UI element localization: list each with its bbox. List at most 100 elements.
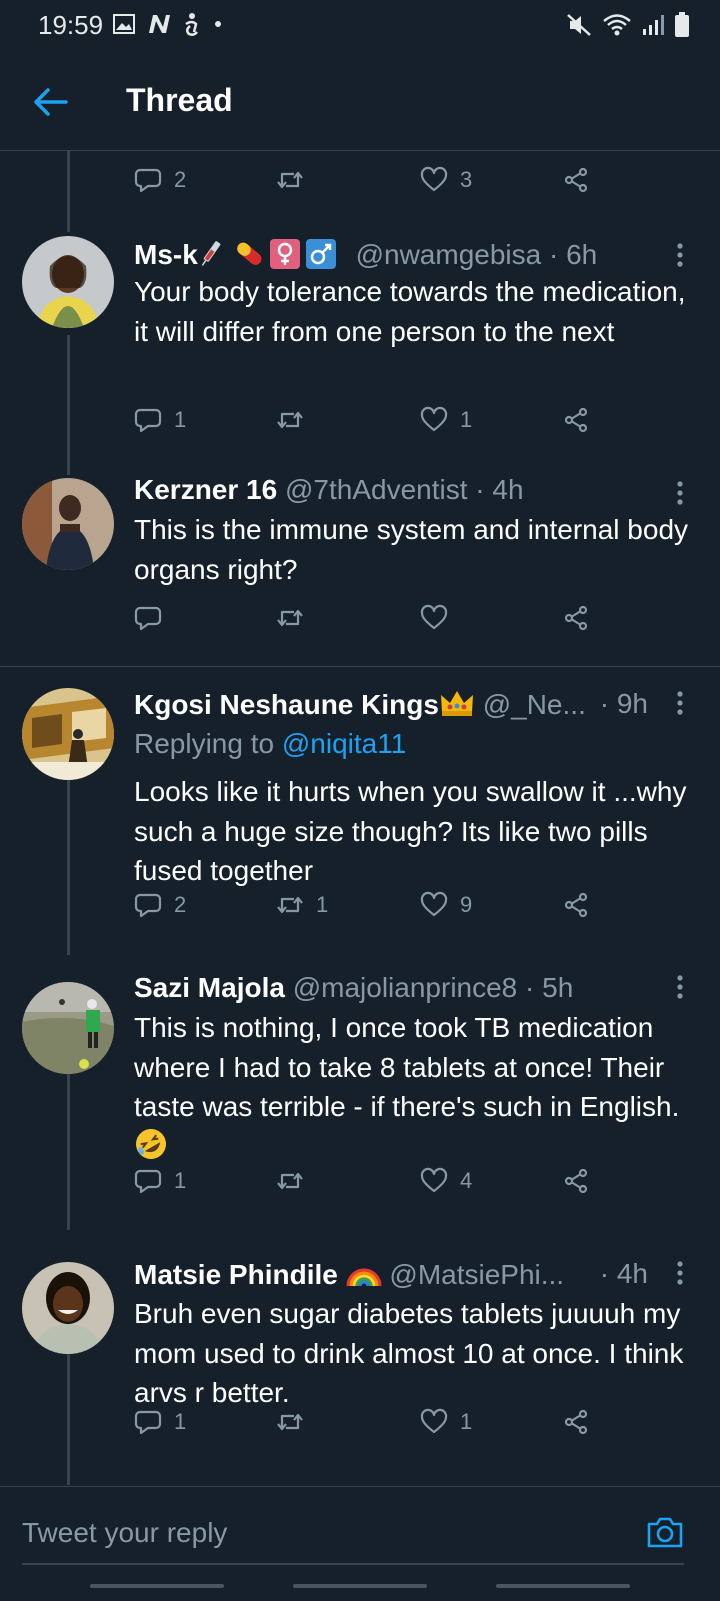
author-handle[interactable]: @7thAdventist · 4h [285, 474, 524, 505]
thread-line [67, 775, 70, 955]
retweet-button[interactable] [276, 406, 316, 434]
wifi-icon [603, 14, 631, 36]
share-button[interactable] [562, 406, 590, 434]
avatar[interactable] [22, 688, 114, 780]
mention-link[interactable]: @niqita11 [282, 728, 406, 759]
retweet-icon [277, 411, 303, 429]
retweet-icon [277, 1413, 303, 1431]
more-options-icon[interactable] [676, 1260, 684, 1286]
nav-recents[interactable] [90, 1584, 224, 1588]
heart-icon [420, 406, 448, 432]
heart-icon [420, 166, 448, 192]
retweet-button[interactable]: 1 [276, 891, 328, 919]
replying-to: Replying to @niqita11 [134, 728, 406, 760]
like-count: 1 [460, 1409, 473, 1434]
status-bar: 19:59 [0, 0, 720, 50]
share-button[interactable] [562, 1167, 590, 1195]
accessibility-icon [185, 13, 198, 36]
author-name[interactable]: Ms-k [134, 239, 198, 270]
reply-count: 1 [174, 1409, 187, 1434]
like-button[interactable] [420, 604, 460, 632]
retweet-icon [277, 896, 303, 914]
author-handle[interactable]: @majolianprince8 · 5h [293, 972, 574, 1003]
like-button[interactable]: 9 [420, 891, 472, 919]
share-button[interactable] [562, 1408, 590, 1436]
crown-emoji [439, 688, 475, 725]
heart-icon [420, 604, 448, 630]
tweet-header: Matsie Phindile @MatsiePhi... [134, 1258, 670, 1298]
retweet-count: 1 [316, 892, 329, 917]
avatar[interactable] [22, 982, 114, 1074]
reply-button[interactable]: 1 [134, 1167, 186, 1195]
app-n-icon [149, 15, 170, 33]
retweet-button[interactable] [276, 1408, 316, 1436]
page-title: Thread [126, 82, 233, 118]
share-icon [564, 1409, 588, 1435]
more-options-icon[interactable] [676, 242, 684, 268]
share-button[interactable] [562, 166, 590, 194]
share-button[interactable] [562, 604, 590, 632]
like-button[interactable]: 1 [420, 1408, 472, 1436]
reply-count: 1 [174, 1168, 187, 1193]
replying-prefix: Replying to [134, 728, 282, 759]
avatar[interactable] [22, 478, 114, 570]
thread-line [67, 150, 70, 232]
author-name[interactable]: Kgosi Neshaune Kings [134, 689, 439, 720]
reply-button[interactable]: 2 [134, 891, 186, 919]
tweet-actions: 1 4 [134, 1167, 604, 1201]
reply-button[interactable]: 1 [134, 1408, 186, 1436]
reply-button[interactable] [134, 604, 174, 632]
like-count: 4 [460, 1168, 473, 1193]
retweet-button[interactable] [276, 1167, 316, 1195]
tweet-text: Your body tolerance towards the medicati… [134, 276, 686, 347]
divider [0, 666, 720, 667]
author-name[interactable]: Kerzner 16 [134, 474, 277, 505]
rolling-laughing-emoji [134, 1127, 168, 1172]
tweet-actions [134, 604, 604, 638]
tweet-text: This is nothing, I once took TB medicati… [134, 1008, 690, 1171]
reply-icon [134, 1410, 162, 1435]
name-emoji-syringe-pill-gender [198, 236, 348, 276]
reply-input[interactable]: Tweet your reply [22, 1517, 227, 1549]
heart-icon [420, 1408, 448, 1434]
back-arrow-icon[interactable] [30, 82, 70, 122]
signal-icon [643, 15, 664, 35]
heart-icon [420, 1167, 448, 1193]
like-button[interactable]: 3 [420, 166, 472, 194]
tweet-time: · 9h [599, 688, 648, 719]
more-options-icon[interactable] [676, 690, 684, 716]
like-button[interactable]: 4 [420, 1167, 472, 1195]
avatar[interactable] [22, 236, 114, 328]
author-handle[interactable]: @_Ne... [483, 689, 586, 720]
share-button[interactable] [562, 891, 590, 919]
retweet-button[interactable] [276, 166, 316, 194]
tweet-text: Bruh even sugar diabetes tablets juuuuh … [134, 1298, 684, 1408]
camera-icon[interactable] [646, 1515, 684, 1549]
dot-icon [215, 21, 221, 27]
reply-button[interactable]: 1 [134, 406, 186, 434]
thread-line [67, 1340, 70, 1485]
author-name[interactable]: Sazi Majola [134, 972, 285, 1003]
like-button[interactable]: 1 [420, 406, 472, 434]
nav-home[interactable] [293, 1584, 427, 1588]
reply-icon [134, 893, 162, 918]
reply-count: 1 [174, 407, 187, 432]
author-handle[interactable]: @MatsiePhi... [389, 1259, 564, 1290]
author-name[interactable]: Matsie Phindile [134, 1259, 338, 1290]
author-handle[interactable]: @nwamgebisa · 6h [356, 239, 598, 270]
avatar[interactable] [22, 1262, 114, 1354]
retweet-icon [277, 171, 303, 189]
heart-icon [420, 891, 448, 917]
retweet-button[interactable] [276, 604, 316, 632]
share-icon [564, 892, 588, 918]
like-count: 3 [460, 167, 473, 192]
more-options-icon[interactable] [676, 974, 684, 1000]
rainbow-emoji [346, 1258, 382, 1295]
like-count: 9 [460, 892, 473, 917]
tweet-time: · 4h [599, 1258, 648, 1289]
more-options-icon[interactable] [676, 480, 684, 506]
share-icon [564, 167, 588, 193]
nav-back[interactable] [496, 1584, 630, 1588]
reply-icon [134, 168, 162, 193]
reply-button[interactable]: 2 [134, 166, 186, 194]
